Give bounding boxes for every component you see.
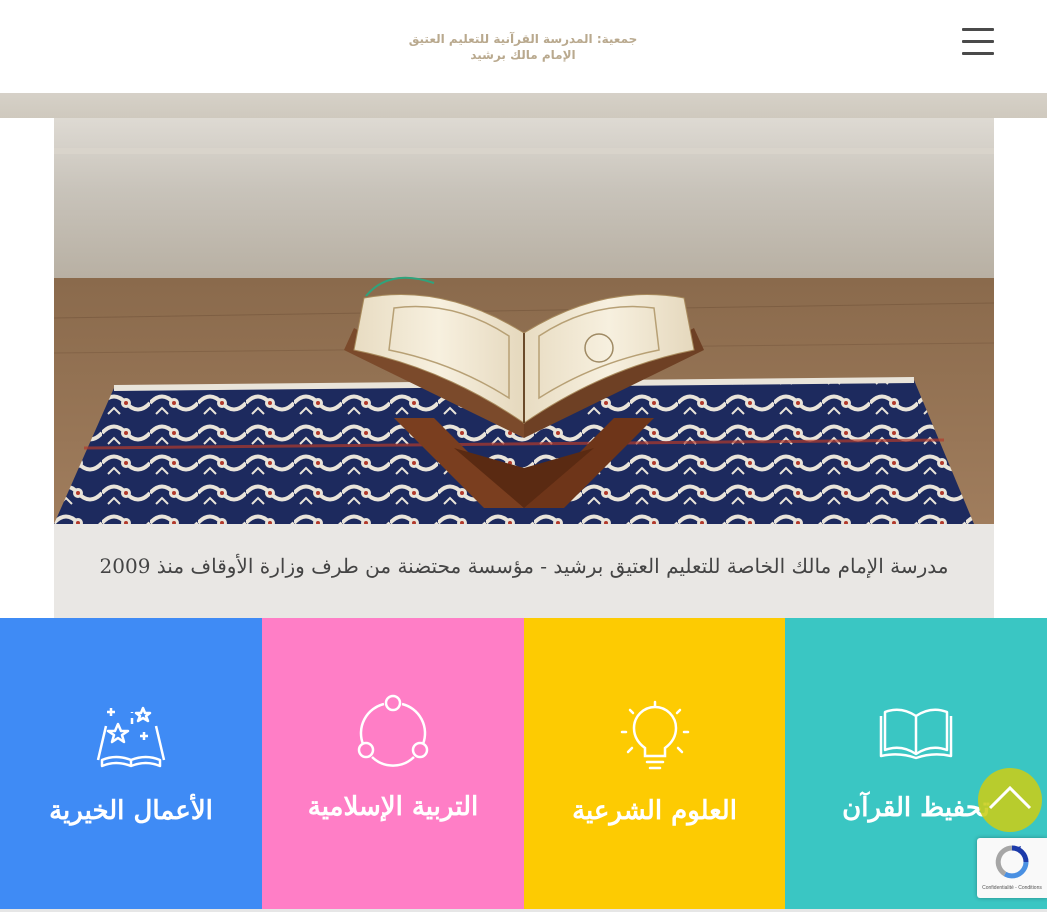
tile-islamic-education[interactable]: التربية الإسلامية — [262, 618, 524, 909]
scroll-to-top-button[interactable] — [978, 768, 1042, 832]
tile-sharia-sciences[interactable]: العلوم الشرعية — [524, 618, 785, 909]
lightbulb-icon — [620, 700, 689, 770]
services-tiles: الأعمال الخيرية التربية الإسلامية العلوم… — [0, 618, 1047, 909]
tile-sharia-sciences-title: العلوم الشرعية — [572, 796, 737, 826]
chevron-up-icon — [988, 785, 1032, 810]
logo-line-1: جمعية: المدرسة القرآنية للتعليم العتيق — [408, 32, 638, 46]
site-logo[interactable]: جمعية: المدرسة القرآنية للتعليم العتيق ا… — [383, 31, 663, 63]
recaptcha-badge[interactable]: Confidentialité - Conditions — [977, 838, 1047, 898]
charity-book-stars-icon — [96, 706, 166, 768]
recaptcha-icon — [995, 845, 1029, 879]
site-header: جمعية: المدرسة القرآنية للتعليم العتيق ا… — [0, 0, 1047, 93]
hero-backdrop — [0, 93, 1047, 118]
open-book-icon — [879, 708, 953, 760]
tile-islamic-education-title: التربية الإسلامية — [307, 792, 479, 822]
share-nodes-icon — [357, 694, 429, 767]
logo-line-2: الإمام مالك برشيد — [470, 48, 576, 62]
hero-caption: مدرسة الإمام مالك الخاصة للتعليم العتيق … — [54, 524, 994, 618]
page: جمعية: المدرسة القرآنية للتعليم العتيق ا… — [0, 0, 1047, 912]
tile-charity-work[interactable]: الأعمال الخيرية — [0, 618, 262, 909]
tile-charity-work-title: الأعمال الخيرية — [49, 796, 213, 826]
hero-image — [54, 118, 994, 524]
hamburger-menu-icon[interactable] — [960, 28, 996, 56]
recaptcha-terms: Confidentialité - Conditions — [982, 885, 1042, 891]
